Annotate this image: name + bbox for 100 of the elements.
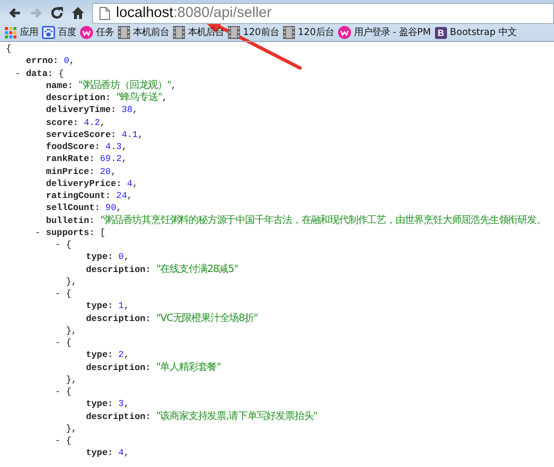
json-punctuation: , [122,154,128,164]
bootstrap-logo-icon: B [434,26,447,38]
json-key: rankRate: [46,154,95,164]
json-number-value: 1 [118,301,124,312]
json-bracket: }, [66,374,77,385]
json-bracket: { [6,44,12,54]
json-string-value: "粥品香坊其烹饪粥料的秘方源于中国千年古法，在融和现代制作工艺，由世界烹饪大师屈浩先生领衔研发。 [100,214,546,226]
json-key: deliveryTime: [46,105,116,116]
collapse-toggle[interactable]: - [55,337,66,350]
collapse-toggle[interactable]: - [55,435,66,448]
json-key: type: [86,252,114,262]
bookmark[interactable]: 应用 [4,26,39,40]
json-punctuation: , [110,166,116,176]
collapse-toggle[interactable]: - [15,68,26,80]
bookmark[interactable]: 120后台 [282,26,335,40]
address-bar[interactable]: localhost:8080/api/seller [92,2,554,24]
bookmark[interactable]: 本机前台 [117,26,170,40]
film-icon [173,26,185,39]
json-punctuation: , [124,350,130,360]
json-key: data: [26,68,54,78]
url-text: localhost:8080/api/seller [116,4,272,22]
collapse-toggle[interactable]: - [55,288,66,300]
json-punctuation: , [127,191,132,201]
json-key: score: [46,118,78,128]
json-key: sellCount: [46,203,100,214]
film-icon [118,26,130,39]
json-string-value: "单人精彩套餐" [156,362,221,372]
bookmark[interactable]: 用户登录 - 盈谷PM [336,26,432,40]
bookmark[interactable]: 120前台 [227,26,280,40]
film-icon [282,26,295,39]
json-key: type: [86,399,114,410]
json-punctuation: , [124,448,130,458]
json-punctuation: , [171,80,176,91]
json-bracket: }, [66,276,77,287]
json-key: ratingCount: [46,191,111,201]
json-string-value: "该商家支持发票,请下单写好发票抬头" [156,410,318,422]
json-key: minPrice: [46,166,95,176]
json-key: description: [86,362,151,372]
json-number-value: 90 [105,203,116,214]
bookmark[interactable]: B Bootstrap 中文 [434,26,518,40]
json-number-value: 3 [118,399,124,410]
apps-grid-icon [5,26,17,38]
json-punctuation: , [100,118,106,128]
film-icon [228,26,240,39]
page-icon [99,6,110,20]
json-key: description: [46,93,111,103]
json-number-value: 0 [118,252,124,262]
json-key: serviceScore: [46,130,116,140]
json-key: type: [86,301,114,312]
json-bracket: { [66,387,72,397]
json-number-value: 0 [64,56,70,66]
json-number-value: 4 [118,448,124,458]
json-punctuation: , [122,142,128,152]
json-number-value: 2 [118,350,124,360]
json-bracket: [ [100,228,106,238]
json-bracket: }, [66,326,77,336]
json-key: type: [86,350,114,360]
json-punctuation: , [124,399,130,410]
json-string-value: "粥品香坊（回龙观）" [78,80,172,91]
json-string-value: "蜂鸟专送" [116,92,162,103]
json-string-value: "在线支付满28减5" [156,264,238,274]
json-key: deliveryPrice: [46,178,122,189]
json-key: errno: [26,56,58,66]
json-key: description: [86,264,151,274]
circle-logo-icon [80,26,93,39]
bookmark[interactable]: 任务 [79,26,115,40]
json-punctuation: , [124,252,130,262]
json-bracket: { [66,289,72,299]
json-number-value: 24 [116,191,128,201]
collapse-toggle[interactable]: - [55,386,66,398]
collapse-toggle[interactable]: - [35,226,46,239]
json-punctuation: , [132,178,138,189]
json-number-value: 38 [122,105,132,116]
json-key: bulletin: [46,216,95,226]
json-punctuation: , [132,105,138,116]
json-punctuation: , [138,130,144,140]
json-number-value: 20 [100,166,111,176]
json-key: name: [46,80,74,91]
json-punctuation: , [162,93,168,103]
paw-icon [42,26,55,39]
json-bracket: { [66,436,72,446]
json-bracket: }, [66,424,77,434]
json-number-value: 4.3 [105,142,122,152]
json-key: foodScore: [46,142,100,152]
json-number-value: 4.2 [84,118,100,128]
json-punctuation: , [116,203,122,214]
json-bracket: { [58,68,64,78]
json-number-value: 4.1 [122,130,138,140]
json-bracket: { [66,240,72,250]
json-string-value: "VC无限橙果汁全场8折" [156,312,258,324]
json-key: type: [86,448,114,458]
json-key: description: [86,314,151,324]
bookmark[interactable]: 百度 [41,26,77,40]
json-number-value: 69.2 [100,154,122,164]
json-punctuation: , [124,301,130,312]
json-key: supports: [46,228,95,238]
json-bracket: { [66,338,72,348]
collapse-toggle[interactable]: - [55,239,66,252]
circle-logo-icon [338,26,351,39]
json-key: description: [86,412,151,422]
